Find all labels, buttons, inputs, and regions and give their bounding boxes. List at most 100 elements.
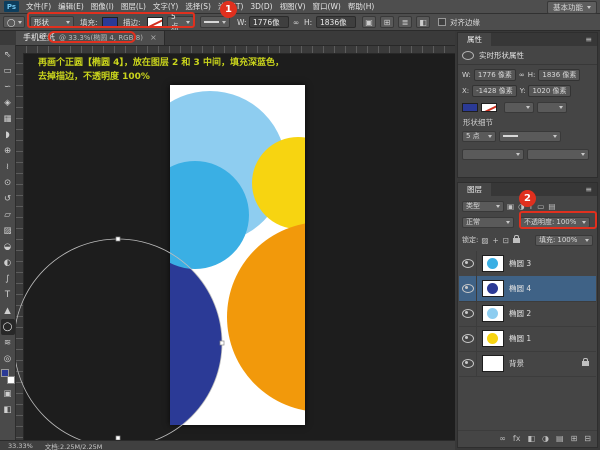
shape-height-field[interactable]: 1836 像素 [538, 69, 580, 81]
background-color-swatch[interactable] [7, 376, 15, 384]
layer-thumbnail[interactable] [482, 305, 504, 322]
menu-window[interactable]: 窗口(W) [313, 1, 341, 12]
path-arrange-icon[interactable]: ≣ [398, 16, 412, 28]
close-tab-icon[interactable]: × [150, 33, 157, 42]
stroke-corner-dropdown[interactable] [527, 149, 589, 160]
foreground-color-swatch[interactable] [1, 369, 9, 377]
menu-layer[interactable]: 图层(L) [121, 1, 146, 12]
brush-tool[interactable]: ≀ [1, 159, 15, 175]
fill-opacity-control[interactable]: 填充: 100% [535, 235, 593, 246]
quick-mask-button[interactable]: ▣ [1, 386, 15, 402]
marquee-tool[interactable]: ▭ [1, 63, 15, 79]
layer-row-ellipse-3[interactable]: 椭圆 3 [459, 251, 596, 277]
width-input[interactable]: 1776像 [249, 16, 289, 28]
shape-width-field[interactable]: 1776 像素 [474, 69, 516, 81]
quick-select-tool[interactable]: ◈ [1, 95, 15, 111]
layer-style-icon[interactable]: fx [513, 434, 521, 443]
dodge-tool[interactable]: ◐ [1, 255, 15, 271]
blur-tool[interactable]: ◒ [1, 239, 15, 255]
lock-transparent-icon[interactable]: ▨ [481, 236, 488, 245]
shape-x-field[interactable]: -1428 像素 [472, 85, 517, 97]
zoom-tool[interactable]: ◎ [1, 351, 15, 367]
pen-tool[interactable]: ∫ [1, 271, 15, 287]
anchor-point-right[interactable] [220, 341, 224, 345]
layer-row-ellipse-4[interactable]: 椭圆 4 [459, 276, 596, 302]
filter-shape-icon[interactable]: ▭ [537, 202, 544, 211]
adjustment-layer-icon[interactable]: ◑ [542, 434, 549, 443]
layer-thumbnail[interactable] [482, 255, 504, 272]
type-tool[interactable]: T [1, 287, 15, 303]
tool-preset-picker[interactable]: ◯ [3, 16, 25, 28]
panel-menu-icon[interactable]: ≡ [580, 33, 597, 46]
visibility-toggle[interactable] [459, 326, 477, 351]
clone-stamp-tool[interactable]: ⊙ [1, 175, 15, 191]
blend-mode-dropdown[interactable]: 正常 [462, 217, 514, 228]
align-edges-checkbox[interactable] [438, 18, 446, 26]
anchor-point-top[interactable] [116, 237, 120, 241]
color-swatches[interactable] [1, 369, 15, 384]
menu-image[interactable]: 图像(I) [91, 1, 114, 12]
layer-filter-dropdown[interactable]: 类型 [462, 201, 504, 212]
gear-icon[interactable]: ◧ [416, 16, 430, 28]
tab-properties[interactable]: 属性 [458, 33, 491, 46]
stroke-option-dropdown[interactable] [504, 102, 534, 113]
eraser-tool[interactable]: ▱ [1, 207, 15, 223]
path-select-tool[interactable]: ▲ [1, 303, 15, 319]
stroke-color-chip[interactable] [481, 103, 497, 112]
menu-view[interactable]: 视图(V) [280, 1, 306, 12]
layer-group-icon[interactable]: ▤ [556, 434, 564, 443]
crop-tool[interactable]: ▦ [1, 111, 15, 127]
stroke-style-dropdown[interactable] [200, 16, 230, 28]
tab-layers[interactable]: 图层 [458, 183, 491, 196]
layer-row-background[interactable]: 背景 [459, 351, 596, 377]
healing-brush-tool[interactable]: ⊕ [1, 143, 15, 159]
move-tool[interactable]: ⇖ [1, 47, 15, 63]
panel-menu-icon[interactable]: ≡ [580, 183, 597, 196]
menu-type[interactable]: 文字(Y) [153, 1, 178, 12]
delete-layer-icon[interactable]: ⊟ [584, 434, 591, 443]
layer-row-ellipse-1[interactable]: 椭圆 1 [459, 326, 596, 352]
visibility-toggle[interactable] [459, 276, 477, 301]
layer-thumbnail[interactable] [482, 330, 504, 347]
menu-file[interactable]: 文件(F) [26, 1, 51, 12]
filter-smart-object-icon[interactable]: ▤ [548, 202, 555, 211]
layer-thumbnail[interactable] [482, 280, 504, 297]
filter-pixel-icon[interactable]: ▣ [507, 202, 514, 211]
stroke-cap-dropdown[interactable] [462, 149, 524, 160]
link-layers-icon[interactable]: ∞ [499, 434, 506, 443]
workspace-switcher[interactable]: 基本功能 [547, 1, 597, 14]
path-alignment-icon[interactable]: ⊞ [380, 16, 394, 28]
visibility-toggle[interactable] [459, 301, 477, 326]
visibility-toggle[interactable] [459, 351, 477, 376]
ellipse-tool[interactable]: ◯ [1, 319, 15, 335]
stroke-type-dropdown[interactable] [499, 131, 561, 142]
visibility-toggle[interactable] [459, 251, 477, 276]
link-icon[interactable]: ∞ [293, 16, 299, 28]
zoom-level[interactable]: 33.33% [8, 442, 33, 450]
stroke-align-dropdown[interactable] [537, 102, 567, 113]
new-layer-icon[interactable]: ⊞ [571, 434, 578, 443]
lock-paint-icon[interactable]: + [492, 236, 498, 245]
fill-color-chip[interactable] [462, 103, 478, 112]
menu-help[interactable]: 帮助(H) [348, 1, 375, 12]
eyedropper-tool[interactable]: ◗ [1, 127, 15, 143]
layer-row-ellipse-2[interactable]: 椭圆 2 [459, 301, 596, 327]
path-operations-icon[interactable]: ▣ [362, 16, 376, 28]
lasso-tool[interactable]: ∽ [1, 79, 15, 95]
shape-y-field[interactable]: 1020 像素 [528, 85, 570, 97]
menu-edit[interactable]: 编辑(E) [58, 1, 84, 12]
link-icon[interactable]: ∞ [519, 71, 525, 79]
menu-select[interactable]: 选择(S) [185, 1, 211, 12]
lock-all-icon[interactable] [513, 238, 520, 243]
layer-thumbnail[interactable] [482, 355, 504, 372]
menu-3d[interactable]: 3D(D) [250, 2, 272, 11]
canvas-area[interactable]: 再画个正圆【椭圆 4】，放在图层 2 和 3 中间，填充深蓝色， 去掉描边，不透… [16, 45, 455, 440]
layer-mask-icon[interactable]: ◧ [527, 434, 535, 443]
hand-tool[interactable]: ≋ [1, 335, 15, 351]
lock-position-icon[interactable]: ⊡ [503, 236, 509, 245]
stroke-width-field[interactable]: 5 点 [462, 131, 496, 142]
gradient-tool[interactable]: ▨ [1, 223, 15, 239]
height-input[interactable]: 1836像 [316, 16, 356, 28]
screen-mode-button[interactable]: ◧ [1, 402, 15, 418]
history-brush-tool[interactable]: ↺ [1, 191, 15, 207]
